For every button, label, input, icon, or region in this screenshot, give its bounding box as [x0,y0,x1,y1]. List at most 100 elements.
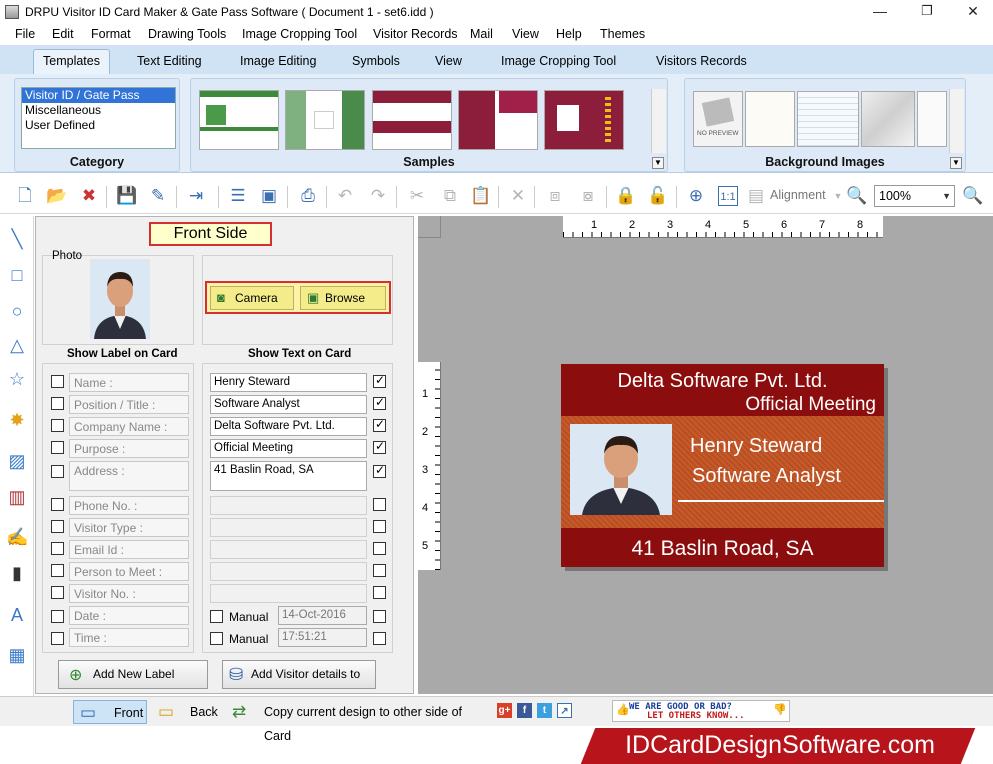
purpose-label-checkbox[interactable] [51,441,64,454]
card-title[interactable]: Software Analyst [692,465,841,488]
purpose-show-checkbox[interactable] [373,439,386,454]
card-name[interactable]: Henry Steward [690,435,822,458]
visitor-type-show-checkbox[interactable] [373,520,386,533]
company-show-checkbox[interactable] [373,417,386,432]
open-folder-icon[interactable]: 📂 [46,186,67,206]
browse-button[interactable]: ▣ Browse [300,286,386,310]
company-label[interactable]: Company Name : [69,417,189,436]
menu-mail[interactable]: Mail [470,27,493,41]
group-icon[interactable]: ⧈ [545,186,565,206]
position-label[interactable]: Position / Title : [69,395,189,414]
picture-tool-icon[interactable]: ▦ [6,644,28,666]
zoom-out-icon[interactable]: 🔍 [962,186,983,206]
menu-image-cropping-tool[interactable]: Image Cropping Tool [242,27,357,41]
background-thumbnail[interactable] [861,91,915,147]
cut-icon[interactable]: ✂ [407,186,427,206]
menu-file[interactable]: File [15,27,35,41]
save-as-icon[interactable]: ✎ [148,186,168,206]
visitor-no-show-checkbox[interactable] [373,586,386,599]
samples-scrollbar[interactable] [651,89,666,153]
barcode-tool-icon[interactable]: ▮ [6,562,28,584]
visitor-type-field[interactable] [210,518,367,537]
person-to-meet-field[interactable] [210,562,367,581]
sample-thumbnail[interactable] [458,90,538,150]
minimize-button[interactable]: — [857,0,903,24]
name-label-checkbox[interactable] [51,375,64,388]
name-label[interactable]: Name : [69,373,189,392]
position-label-checkbox[interactable] [51,397,64,410]
line-tool-icon[interactable]: ╲ [6,228,28,250]
back-side-button[interactable]: ▭ Back [153,700,221,724]
background-thumbnail[interactable]: NO PREVIEW [693,91,743,147]
symbol-tool-icon[interactable]: ✸ [6,409,28,431]
copy-design-button[interactable]: ⇄ Copy current design to other side of C… [229,700,487,743]
menu-visitor-records[interactable]: Visitor Records [373,27,458,41]
time-field[interactable]: 17:51:21 [278,628,367,647]
properties-icon[interactable]: ☰ [228,186,248,206]
design-canvas[interactable]: 1 2 3 4 5 6 7 8 1 2 3 4 5 Delta Software… [418,216,993,694]
date-field[interactable]: 14-Oct-2016 [278,606,367,625]
paste-icon[interactable]: 📋 [470,186,491,206]
address-field[interactable]: 41 Baslin Road, SA [210,461,367,491]
tab-image-editing[interactable]: Image Editing [240,54,316,68]
front-side-button[interactable]: ▭ Front [73,700,147,724]
time-manual-checkbox[interactable] [210,632,223,645]
star-tool-icon[interactable]: ☆ [6,368,28,390]
sample-thumbnail[interactable] [199,90,279,150]
address-label-checkbox[interactable] [51,465,64,478]
company-field[interactable]: Delta Software Pvt. Ltd. [210,417,367,436]
close-document-icon[interactable]: ✖ [79,186,99,206]
tab-text-editing[interactable]: Text Editing [137,54,202,68]
phone-field[interactable] [210,496,367,515]
tab-view[interactable]: View [435,54,462,68]
email-show-checkbox[interactable] [373,542,386,555]
twitter-icon[interactable]: t [537,703,552,718]
name-show-checkbox[interactable] [373,373,386,388]
position-show-checkbox[interactable] [373,395,386,410]
visitor-no-label[interactable]: Visitor No. : [69,584,189,603]
category-list[interactable]: Visitor ID / Gate Pass Miscellaneous Use… [21,87,176,149]
feedback-button[interactable]: 👍 WE ARE GOOD OR BAD? LET OTHERS KNOW...… [612,700,790,722]
facebook-icon[interactable]: f [517,703,532,718]
camera-button[interactable]: ◙ Camera [210,286,294,310]
zoom-in-icon[interactable]: 🔍 [846,186,867,206]
unlock-icon[interactable]: 🔓 [647,186,668,206]
background-scrollbar[interactable] [949,89,964,153]
category-item[interactable]: Miscellaneous [22,103,175,118]
image-icon[interactable]: ▣ [259,186,279,206]
undo-icon[interactable]: ↶ [335,186,355,206]
address-show-checkbox[interactable] [373,463,386,478]
restore-button[interactable]: ❐ [904,0,950,24]
purpose-label[interactable]: Purpose : [69,439,189,458]
image-tool-icon[interactable]: ▨ [6,450,28,472]
time-show-checkbox[interactable] [373,632,386,645]
visitor-type-label[interactable]: Visitor Type : [69,518,189,537]
date-label-checkbox[interactable] [51,610,64,623]
id-card-preview[interactable]: Delta Software Pvt. Ltd. Official Meetin… [561,364,884,567]
menu-format[interactable]: Format [91,27,131,41]
email-field[interactable] [210,540,367,559]
menu-drawing-tools[interactable]: Drawing Tools [148,27,226,41]
save-icon[interactable]: 💾 [116,186,137,206]
position-field[interactable]: Software Analyst [210,395,367,414]
purpose-field[interactable]: Official Meeting [210,439,367,458]
library-tool-icon[interactable]: ▥ [6,486,28,508]
text-tool-icon[interactable]: A [6,604,28,626]
person-to-meet-label-checkbox[interactable] [51,564,64,577]
person-to-meet-label[interactable]: Person to Meet : [69,562,189,581]
sample-thumbnail[interactable] [544,90,624,150]
zoom-select[interactable]: 100% ▼ [874,185,955,207]
fit-to-window-icon[interactable]: ⊕ [686,186,706,206]
add-new-label-button[interactable]: ⊕ Add New Label [58,660,208,689]
email-label-checkbox[interactable] [51,542,64,555]
visitor-no-label-checkbox[interactable] [51,586,64,599]
date-manual-checkbox[interactable] [210,610,223,623]
close-button[interactable]: ✕ [950,0,993,24]
alignment-dropdown[interactable]: Alignment [770,188,826,202]
background-thumbnail[interactable] [917,91,947,147]
company-label-checkbox[interactable] [51,419,64,432]
rectangle-tool-icon[interactable]: □ [6,264,28,286]
copy-icon[interactable]: ⧉ [440,186,460,206]
background-thumbnail[interactable] [797,91,859,147]
address-label[interactable]: Address : [69,461,189,491]
